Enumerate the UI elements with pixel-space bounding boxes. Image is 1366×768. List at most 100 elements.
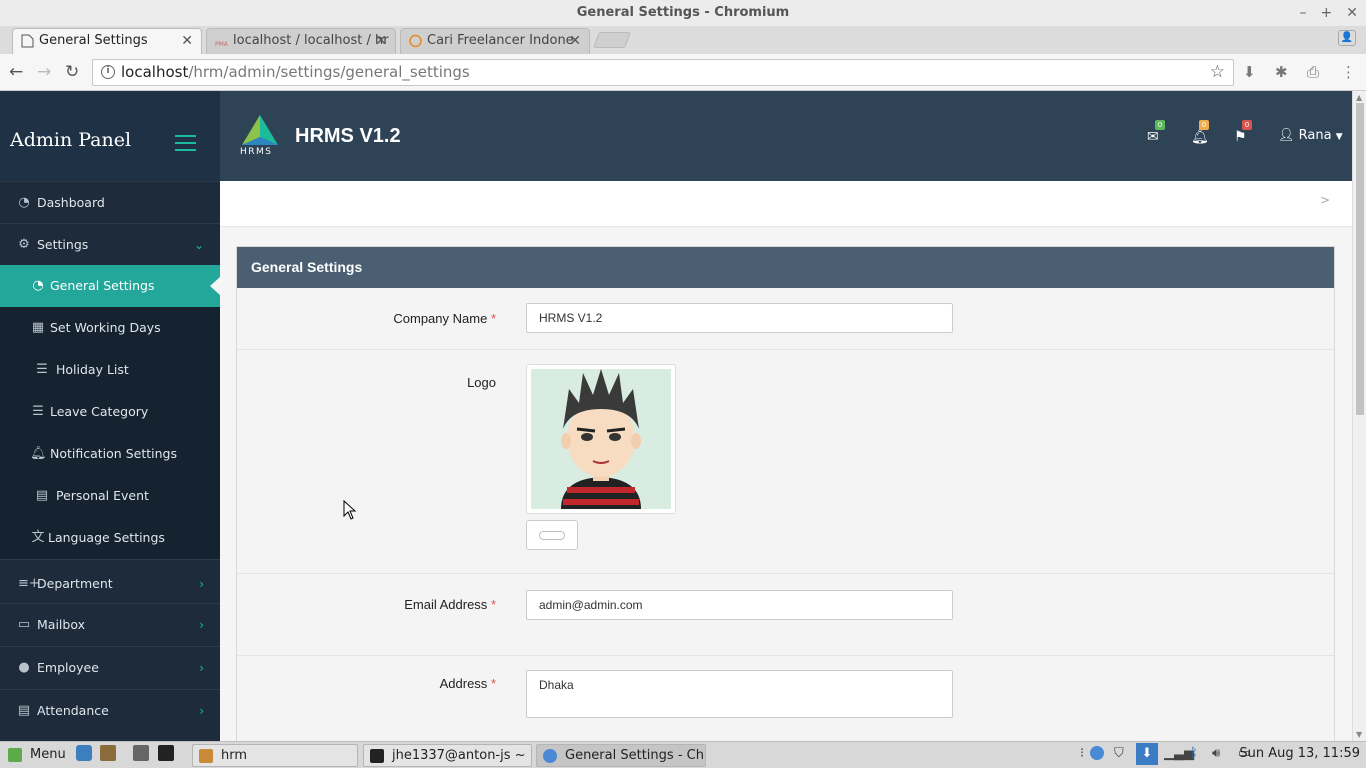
- scroll-down-icon[interactable]: ▼: [1356, 730, 1362, 739]
- folder-icon: [199, 749, 213, 763]
- address-textarea[interactable]: Dhaka: [526, 670, 953, 718]
- reload-icon[interactable]: ↻: [65, 62, 79, 82]
- close-icon[interactable]: ✕: [375, 29, 387, 53]
- taskbar-window-chromium[interactable]: General Settings - Chr...: [536, 744, 706, 767]
- update-icon[interactable]: ⬇: [1136, 743, 1158, 765]
- logo-row: Logo: [237, 350, 1334, 574]
- dashboard-icon: ◔: [32, 278, 44, 293]
- mail-button[interactable]: ✉ 0: [1147, 120, 1165, 145]
- download-extension-icon[interactable]: ⬇: [1243, 63, 1261, 81]
- scroll-up-icon[interactable]: ▲: [1356, 93, 1362, 102]
- system-taskbar: Menu hrm jhe1337@anton-js ~ General Sett…: [0, 741, 1366, 768]
- tab-phpmyadmin[interactable]: PMA localhost / localhost / hr ✕: [206, 28, 396, 54]
- page-viewport: Admin Panel ◔ Dashboard ⚙ Settings ⌄ ◔ G…: [0, 91, 1352, 741]
- hamburger-icon[interactable]: [175, 135, 196, 156]
- avatar: [531, 369, 671, 509]
- tab-label: General Settings: [39, 33, 148, 48]
- tab-general-settings[interactable]: General Settings ✕: [12, 28, 202, 54]
- bookmark-star-icon[interactable]: ☆: [1210, 62, 1225, 82]
- close-icon[interactable]: ✕: [181, 29, 193, 53]
- user-icon: ●: [18, 660, 30, 675]
- back-icon[interactable]: ←: [9, 62, 23, 82]
- sidebar-item-leave-category[interactable]: ☰ Leave Category: [0, 391, 220, 433]
- close-icon[interactable]: ✕: [569, 29, 581, 53]
- sidebar-item-personal-event[interactable]: ▤ Personal Event: [0, 475, 220, 517]
- app-title: HRMS V1.2: [295, 125, 401, 147]
- page-scrollbar[interactable]: ▲ ▼: [1352, 91, 1366, 741]
- maximize-icon[interactable]: +: [1321, 0, 1333, 26]
- sidebar-item-holiday-list[interactable]: ☰ Holiday List: [0, 349, 220, 391]
- shield-icon[interactable]: ⛉: [1114, 746, 1124, 761]
- email-row: Email Address * admin@admin.com: [237, 574, 1334, 656]
- top-navbar: HRMS HRMS V1.2 ✉ 0 🔔︎ 0 ⚑ 0 👤︎ Rana ▼: [220, 91, 1352, 181]
- sidebar-item-settings[interactable]: ⚙ Settings ⌄: [0, 223, 220, 265]
- list-plus-icon: ≡+: [18, 576, 40, 591]
- flags-button[interactable]: ⚑ 0: [1234, 120, 1252, 145]
- browser-launcher-icon[interactable]: [76, 745, 92, 761]
- email-label: Email Address *: [404, 597, 496, 612]
- tab-freelancer[interactable]: Cari Freelancer Indone ✕: [400, 28, 590, 54]
- svg-text:PMA: PMA: [215, 41, 228, 48]
- choose-logo-button[interactable]: [526, 520, 578, 550]
- envelope-icon: ✉: [1147, 129, 1159, 145]
- caret-down-icon: ▼: [1335, 132, 1343, 142]
- chromium-icon: [543, 749, 557, 763]
- sidebar-item-dashboard[interactable]: ◔ Dashboard: [0, 181, 220, 223]
- tab-strip: General Settings ✕ PMA localhost / local…: [0, 26, 1366, 54]
- page-icon: [21, 34, 34, 48]
- sidebar-item-language-settings[interactable]: 文 Language Settings: [0, 517, 220, 559]
- sidebar-item-attendance[interactable]: ▤ Attendance ›: [0, 689, 220, 732]
- menu-dots-icon[interactable]: ⋮: [1341, 63, 1359, 81]
- start-menu-button[interactable]: Menu: [2, 744, 70, 767]
- volume-icon[interactable]: 🔊︎: [1212, 746, 1220, 761]
- email-input[interactable]: admin@admin.com: [526, 590, 953, 620]
- phpmyadmin-icon: PMA: [215, 41, 228, 48]
- user-icon: 👤︎: [1278, 128, 1295, 143]
- info-icon[interactable]: i: [101, 65, 115, 79]
- terminal-launcher-icon[interactable]: [158, 745, 174, 761]
- general-settings-panel: General Settings Company Name * HRMS V1.…: [236, 246, 1335, 741]
- scrollbar-thumb[interactable]: [1356, 103, 1364, 415]
- logo-label: Logo: [467, 375, 496, 390]
- files-launcher-icon[interactable]: [100, 745, 116, 761]
- admin-panel-title: Admin Panel: [10, 129, 132, 151]
- tray-chromium-icon[interactable]: [1090, 746, 1104, 760]
- bell-icon: 🔔︎: [1191, 129, 1209, 145]
- credit-card-icon: ▭: [17, 617, 31, 632]
- chevron-right-icon: ›: [199, 661, 204, 675]
- clock[interactable]: Sun Aug 13, 11:59: [1239, 746, 1360, 761]
- flag-icon: ⚑: [1234, 129, 1247, 145]
- profile-icon[interactable]: 👤: [1338, 30, 1356, 46]
- tab-label: localhost / localhost / hr: [233, 33, 389, 48]
- url-text: localhost/hrm/admin/settings/general_set…: [121, 63, 470, 81]
- sidebar-item-set-working-days[interactable]: ▦ Set Working Days: [0, 307, 220, 349]
- company-name-input[interactable]: HRMS V1.2: [526, 303, 953, 333]
- hrms-logo: HRMS: [238, 113, 282, 159]
- bluetooth-icon[interactable]: ᛒ: [1190, 746, 1198, 761]
- company-name-row: Company Name * HRMS V1.2: [237, 288, 1334, 350]
- list-icon: ☰: [36, 362, 48, 377]
- logo-triangle-icon: [242, 115, 278, 145]
- address-bar[interactable]: i localhost/hrm/admin/settings/general_s…: [92, 59, 1234, 86]
- close-window-icon[interactable]: ✕: [1346, 0, 1358, 26]
- minimize-icon[interactable]: –: [1300, 0, 1307, 26]
- forward-icon[interactable]: →: [37, 62, 51, 82]
- mail-badge: 0: [1155, 120, 1165, 130]
- taskbar-window-hrm[interactable]: hrm: [192, 744, 358, 767]
- new-tab-button[interactable]: [593, 32, 631, 48]
- notifications-button[interactable]: 🔔︎ 0: [1191, 120, 1209, 145]
- sidebar-item-employee[interactable]: ● Employee ›: [0, 646, 220, 689]
- logo-preview: [526, 364, 676, 514]
- bug-extension-icon[interactable]: ✱: [1275, 63, 1293, 81]
- sidebar-item-notification-settings[interactable]: 🔔︎ Notification Settings: [0, 433, 220, 475]
- sidebar-item-mailbox[interactable]: ▭ Mailbox ›: [0, 603, 220, 646]
- user-name: Rana: [1298, 128, 1332, 143]
- sidebar-item-department[interactable]: ≡+ Department ›: [0, 559, 220, 603]
- user-menu[interactable]: 👤︎ Rana ▼: [1278, 128, 1343, 143]
- taskbar-window-terminal[interactable]: jhe1337@anton-js ~: [363, 744, 532, 767]
- sidebar-item-general-settings[interactable]: ◔ General Settings: [0, 265, 220, 307]
- document-icon: ▤: [35, 488, 49, 503]
- bell-badge: 0: [1199, 120, 1209, 130]
- show-desktop-icon[interactable]: [133, 745, 149, 761]
- print-icon[interactable]: ⎙: [1307, 63, 1325, 81]
